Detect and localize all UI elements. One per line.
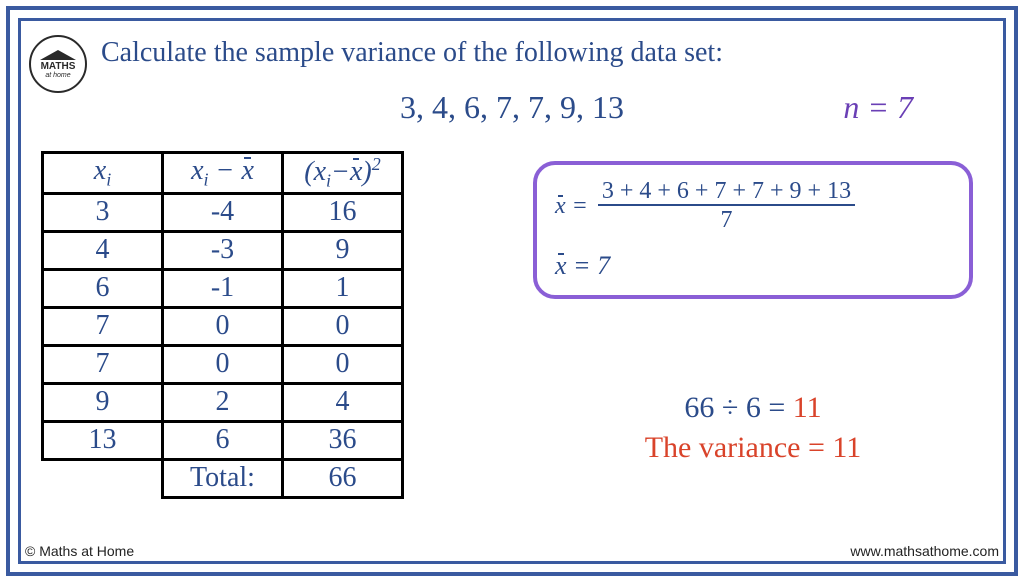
mean-numerator: 3 + 4 + 6 + 7 + 7 + 9 + 13 — [598, 179, 855, 206]
table-row: 4-39 — [43, 231, 403, 269]
worksheet-frame: MATHS at home Calculate the sample varia… — [18, 18, 1006, 564]
page-title: Calculate the sample variance of the fol… — [101, 37, 723, 69]
table-row: 924 — [43, 383, 403, 421]
table-row: 3-416 — [43, 193, 403, 231]
sample-size: n = 7 — [843, 89, 913, 126]
total-value: 66 — [283, 459, 403, 497]
variance-calc: 66 ÷ 6 = 11 — [573, 391, 933, 425]
logo-text-2: at home — [45, 72, 70, 79]
website: www.mathsathome.com — [850, 543, 999, 559]
roof-icon — [40, 50, 76, 60]
brand-logo: MATHS at home — [29, 35, 87, 93]
mean-fraction: 3 + 4 + 6 + 7 + 7 + 9 + 13 7 — [598, 179, 855, 233]
logo-text-1: MATHS — [41, 62, 76, 72]
mean-result: x = 7 — [555, 251, 951, 281]
copyright: © Maths at Home — [25, 543, 134, 559]
table-row: 6-11 — [43, 269, 403, 307]
calculation-table: xi xi − x (xi−x)2 3-416 4-39 6-11 700 70… — [41, 151, 404, 499]
col-header-diff: xi − x — [163, 153, 283, 194]
answer-block: 66 ÷ 6 = 11 The variance = 11 — [573, 391, 933, 465]
table-row: 700 — [43, 345, 403, 383]
variance-result: The variance = 11 — [573, 431, 933, 465]
mean-lhs: x = — [555, 193, 588, 220]
col-header-sq: (xi−x)2 — [283, 153, 403, 194]
table-total-row: Total: 66 — [43, 459, 403, 497]
table-row: 13636 — [43, 421, 403, 459]
mean-callout: x = 3 + 4 + 6 + 7 + 7 + 9 + 13 7 x = 7 — [533, 161, 973, 299]
table-row: 700 — [43, 307, 403, 345]
col-header-xi: xi — [43, 153, 163, 194]
mean-denominator: 7 — [720, 206, 732, 233]
total-label: Total: — [163, 459, 283, 497]
